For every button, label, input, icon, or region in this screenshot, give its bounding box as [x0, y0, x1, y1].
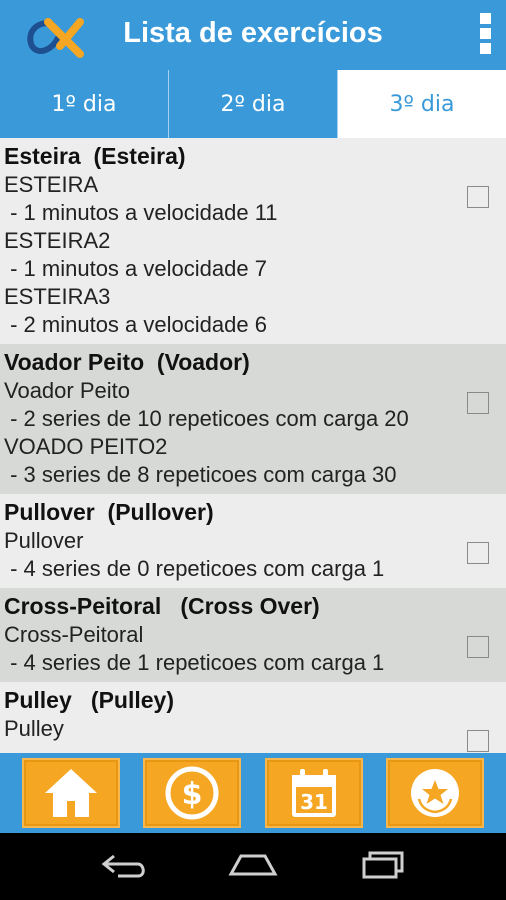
home-button[interactable]: [21, 758, 120, 828]
exercise-header: Esteira (Esteira): [4, 143, 186, 169]
nav-back-button[interactable]: [98, 850, 150, 884]
recents-icon: [362, 851, 404, 878]
dollar-icon: $: [165, 766, 219, 820]
exercise-checkbox[interactable]: [467, 542, 489, 564]
calendar-day-text: 31: [300, 790, 328, 814]
exercise-item-voador[interactable]: Voador Peito (Voador) Voador Peito - 2 s…: [0, 344, 506, 494]
day-tabs: 1º dia 2º dia 3º dia: [0, 70, 506, 138]
exercise-checkbox[interactable]: [467, 392, 489, 414]
home-icon: [44, 769, 97, 817]
exercise-item-esteira[interactable]: Esteira (Esteira) ESTEIRA - 1 minutos a …: [0, 138, 506, 344]
calendar-icon: 31: [291, 769, 336, 817]
exercise-line: Pullover: [4, 528, 84, 553]
exercise-line: - 4 series de 0 repeticoes com carga 1: [4, 556, 385, 581]
exercise-line: Pulley: [4, 716, 64, 741]
nav-recents-button[interactable]: [356, 850, 408, 884]
exercise-item-cross-peitoral[interactable]: Cross-Peitoral (Cross Over) Cross-Peitor…: [0, 588, 506, 682]
exercise-header: Pullover (Pullover): [4, 499, 214, 525]
exercise-item-pullover[interactable]: Pullover (Pullover) Pullover - 4 series …: [0, 494, 506, 588]
exercise-header: Voador Peito (Voador): [4, 349, 250, 375]
exercise-line: - 1 minutos a velocidade 11: [4, 200, 278, 225]
star-badge-icon: [411, 769, 460, 817]
exercise-line: - 2 minutos a velocidade 6: [4, 312, 267, 337]
exercise-line: Cross-Peitoral: [4, 622, 144, 647]
bottom-action-bar: $ 31: [0, 753, 506, 833]
exercise-line: - 4 series de 1 repeticoes com carga 1: [4, 650, 385, 675]
system-nav-bar: [0, 833, 506, 900]
exercise-line: ESTEIRA: [4, 172, 99, 197]
exercise-header: Cross-Peitoral (Cross Over): [4, 593, 320, 619]
exercise-line: - 3 series de 8 repeticoes com carga 30: [4, 462, 397, 487]
overflow-menu-icon[interactable]: [478, 13, 492, 57]
exercise-checkbox[interactable]: [467, 186, 489, 208]
exercise-line: - 2 series de 10 repeticoes com carga 20: [4, 406, 409, 431]
tab-day-1[interactable]: 1º dia: [0, 70, 169, 138]
home-nav-icon: [228, 854, 278, 875]
exercise-line: Voador Peito: [4, 378, 130, 403]
tab-day-2[interactable]: 2º dia: [169, 70, 338, 138]
exercise-header: Pulley (Pulley): [4, 687, 174, 713]
page-title: Lista de exercícios: [123, 17, 383, 49]
tab-day-3[interactable]: 3º dia: [338, 70, 506, 138]
exercise-checkbox[interactable]: [467, 730, 489, 752]
payments-button[interactable]: $: [143, 758, 242, 828]
app-bar: Lista de exercícios: [0, 0, 506, 70]
exercise-line: VOADO PEITO2: [4, 434, 168, 459]
exercise-list[interactable]: Esteira (Esteira) ESTEIRA - 1 minutos a …: [0, 138, 506, 753]
exercise-line: - 1 minutos a velocidade 7: [4, 256, 267, 281]
exercise-line: ESTEIRA3: [4, 284, 111, 309]
badge-button[interactable]: [386, 758, 485, 828]
nav-home-button[interactable]: [227, 850, 279, 884]
exercise-item-pulley[interactable]: Pulley (Pulley) Pulley: [0, 682, 506, 752]
calendar-button[interactable]: 31: [264, 758, 363, 828]
exercise-checkbox[interactable]: [467, 636, 489, 658]
svg-text:$: $: [182, 777, 203, 812]
back-icon: [101, 854, 146, 877]
exercise-line: ESTEIRA2: [4, 228, 111, 253]
